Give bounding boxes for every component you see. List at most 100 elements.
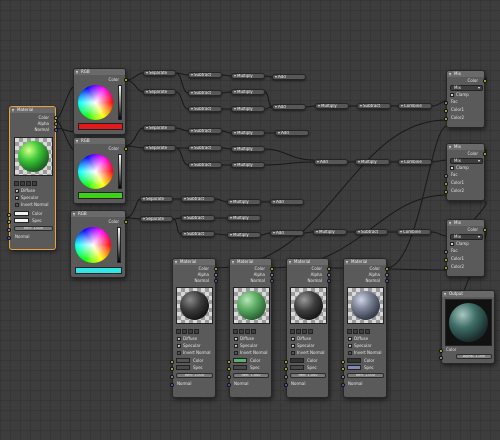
separate-node[interactable]: Separate [143, 125, 176, 131]
color-swatch[interactable] [290, 358, 304, 363]
collapse-triangle-icon[interactable] [274, 106, 277, 108]
rgb-swatch[interactable] [78, 192, 123, 199]
collapse-triangle-icon[interactable] [145, 127, 148, 129]
checkbox-invert-normal[interactable] [348, 351, 352, 355]
node-socket-icon[interactable] [170, 383, 174, 387]
collapse-triangle-icon[interactable] [73, 212, 75, 216]
node-socket-icon[interactable] [385, 279, 389, 283]
add-node[interactable]: Add [314, 159, 348, 165]
node-socket-icon[interactable] [483, 152, 487, 156]
node-socket-icon[interactable] [439, 349, 443, 353]
collapse-triangle-icon[interactable] [142, 198, 145, 200]
multiply-node[interactable]: Multiply [231, 146, 265, 152]
node-socket-icon[interactable] [284, 360, 288, 364]
checkbox-check-icon[interactable]: ✓ [234, 344, 238, 349]
collapse-triangle-icon[interactable] [346, 260, 348, 264]
alpha-field[interactable]: Alpha: 1.000 [456, 354, 492, 359]
output-node[interactable]: Output Color Alpha: 1.000 [439, 290, 495, 364]
separate-node[interactable]: Separate [140, 196, 173, 202]
refl-field[interactable]: Refl: 1.000 [347, 373, 384, 378]
rgb-swatch[interactable] [75, 267, 122, 274]
checkbox-invert-normal[interactable] [234, 351, 238, 355]
multiply-node[interactable]: Multiply [231, 162, 265, 168]
collapse-triangle-icon[interactable] [183, 217, 186, 219]
node-header[interactable]: Material [173, 259, 215, 265]
node-socket-icon[interactable] [327, 273, 331, 277]
checkbox-check-icon[interactable]: ✓ [348, 337, 352, 342]
subtract-node[interactable]: Subtract [355, 229, 388, 235]
refl-field[interactable]: Refl: 1.000 [233, 373, 269, 378]
collapse-triangle-icon[interactable] [233, 108, 236, 110]
collapse-triangle-icon[interactable] [233, 91, 236, 93]
multiply-node[interactable]: Multiply [227, 215, 261, 221]
subtract-node[interactable]: Subtract [188, 106, 222, 112]
node-header[interactable]: Material [230, 259, 271, 265]
subtract-node[interactable]: Subtract [357, 103, 391, 109]
node-header[interactable]: Material [344, 259, 386, 265]
node-socket-icon[interactable] [327, 267, 331, 271]
node-socket-icon[interactable] [284, 375, 288, 379]
collapse-triangle-icon[interactable] [272, 201, 275, 203]
node-socket-icon[interactable] [7, 236, 11, 240]
add-node[interactable]: Add [272, 74, 306, 80]
node-socket-icon[interactable] [444, 101, 448, 105]
add-node[interactable]: Add [270, 199, 304, 205]
node-socket-icon[interactable] [227, 383, 231, 387]
checkbox-check-icon[interactable]: ✓ [15, 189, 19, 194]
node-socket-icon[interactable] [227, 360, 231, 364]
node-socket-icon[interactable] [54, 116, 58, 120]
multiply-node[interactable]: Multiply [231, 73, 265, 79]
spec-swatch[interactable] [347, 365, 361, 370]
rgb-swatch[interactable] [78, 123, 123, 130]
node-header[interactable]: RGB [74, 69, 125, 75]
node-socket-icon[interactable] [385, 273, 389, 277]
combine-node[interactable]: Combine [398, 103, 432, 109]
node-socket-icon[interactable] [7, 220, 11, 224]
node-header[interactable]: Material [287, 259, 328, 265]
node-socket-icon[interactable] [341, 375, 345, 379]
node-socket-icon[interactable] [170, 367, 174, 371]
material-node-3[interactable]: Material Color Alpha Normal ✓ Diffuse ✓ … [227, 258, 274, 398]
subtract-node[interactable]: Subtract [181, 231, 215, 237]
checkbox-check-icon[interactable]: ✓ [177, 337, 181, 342]
node-socket-icon[interactable] [444, 266, 448, 270]
collapse-triangle-icon[interactable] [190, 92, 193, 94]
node-header[interactable]: Mix [447, 220, 484, 226]
subtract-node[interactable]: Subtract [188, 145, 222, 151]
node-socket-icon[interactable] [7, 213, 11, 217]
node-socket-icon[interactable] [7, 228, 11, 232]
node-socket-icon[interactable] [439, 356, 443, 360]
node-socket-icon[interactable] [270, 273, 274, 277]
color-wheel[interactable] [75, 227, 111, 263]
material-browse-icons[interactable] [290, 329, 313, 334]
node-socket-icon[interactable] [214, 267, 218, 271]
collapse-triangle-icon[interactable] [289, 260, 291, 264]
separate-node[interactable]: Separate [143, 70, 176, 76]
checkbox-check-icon[interactable]: ✓ [291, 344, 295, 349]
separate-node[interactable]: Separate [140, 216, 173, 222]
color-swatch[interactable] [347, 358, 361, 363]
collapse-triangle-icon[interactable] [190, 130, 193, 132]
node-socket-icon[interactable] [341, 383, 345, 387]
spec-swatch[interactable] [233, 365, 247, 370]
value-slider[interactable] [118, 85, 122, 120]
add-node[interactable]: Add [275, 130, 309, 136]
node-socket-icon[interactable] [385, 267, 389, 271]
mix-node-3[interactable]: Mix Color Mix ▾ Clamp Fac Color1 Color2 [444, 219, 487, 277]
color-swatch[interactable] [14, 211, 29, 216]
node-socket-icon[interactable] [327, 279, 331, 283]
collapse-triangle-icon[interactable] [272, 232, 275, 234]
multiply-node[interactable]: Multiply [231, 130, 265, 136]
collapse-triangle-icon[interactable] [357, 231, 360, 233]
material-browse-icons[interactable] [176, 329, 199, 334]
node-socket-icon[interactable] [54, 122, 58, 126]
collapse-triangle-icon[interactable] [317, 105, 320, 107]
blend-mode-dropdown[interactable]: Mix ▾ [450, 85, 483, 91]
node-socket-icon[interactable] [444, 174, 448, 178]
node-socket-icon[interactable] [54, 128, 58, 132]
node-socket-icon[interactable] [227, 367, 231, 371]
multiply-node[interactable]: Multiply [231, 106, 265, 112]
node-socket-icon[interactable] [170, 360, 174, 364]
material-node-main[interactable]: Material Color Alpha Normal ✓ Diffuse ✓ … [7, 106, 58, 250]
multiply-node[interactable]: Multiply [227, 232, 261, 238]
